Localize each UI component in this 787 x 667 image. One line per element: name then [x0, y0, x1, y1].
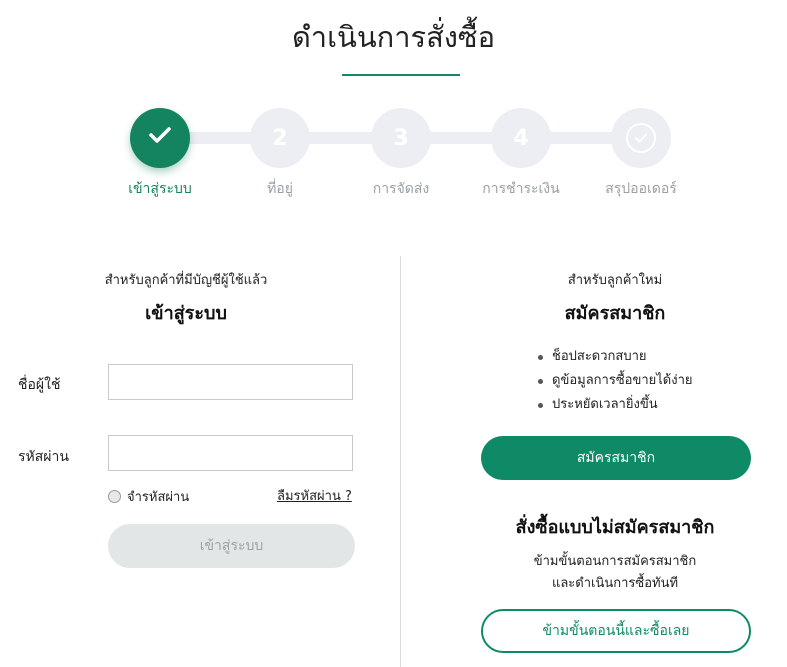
remember-label: จำรหัสผ่าน	[127, 490, 190, 505]
list-item: ช็อปสะดวกสบาย	[538, 345, 693, 369]
step-circle: 2	[250, 108, 310, 168]
step-circle: 4	[491, 108, 551, 168]
login-subtitle: สำหรับลูกค้าที่มีบัญชีผู้ใช้แล้ว	[104, 273, 268, 288]
username-input[interactable]	[108, 364, 353, 400]
benefits-list: ช็อปสะดวกสบาย ดูข้อมูลการซื้อขายได้ง่าย …	[538, 345, 693, 417]
step-label: สรุปออเดอร์	[605, 181, 677, 197]
login-heading: เข้าสู่ระบบ	[145, 303, 227, 324]
bullet-icon	[538, 354, 543, 360]
bullet-icon	[538, 378, 543, 384]
remember-radio[interactable]	[108, 490, 121, 503]
register-subtitle: สำหรับลูกค้าใหม่	[567, 273, 663, 288]
username-label: ชื่อผู้ใช้	[18, 377, 61, 393]
guest-heading: สั่งซื้อแบบไม่สมัครสมาชิก	[515, 517, 715, 538]
guest-description: ข้ามขั้นตอนการสมัครสมาชิก และดำเนินการซื…	[480, 551, 750, 595]
check-icon	[148, 125, 172, 151]
login-button[interactable]: เข้าสู่ระบบ	[108, 524, 355, 568]
step-label: เข้าสู่ระบบ	[128, 181, 192, 197]
step-address[interactable]: 2 ที่อยู่	[220, 108, 340, 208]
bullet-icon	[538, 402, 543, 408]
list-item: ดูข้อมูลการซื้อขายได้ง่าย	[538, 369, 693, 393]
step-label: การจัดส่ง	[372, 181, 430, 197]
step-shipping[interactable]: 3 การจัดส่ง	[341, 108, 461, 208]
benefit-text: ช็อปสะดวกสบาย	[552, 349, 647, 364]
step-login[interactable]: เข้าสู่ระบบ	[100, 108, 220, 208]
benefit-text: ประหยัดเวลายิ่งขึ้น	[552, 397, 658, 412]
forgot-password-link[interactable]: ลืมรหัสผ่าน ?	[277, 485, 352, 506]
column-divider	[400, 256, 401, 667]
password-input[interactable]	[108, 435, 353, 471]
guest-checkout-button[interactable]: ข้ามขั้นตอนนี้และซื้อเลย	[481, 609, 751, 653]
remember-password[interactable]: จำรหัสผ่าน	[108, 486, 189, 507]
step-label: การชำระเงิน	[482, 181, 560, 197]
password-label: รหัสผ่าน	[18, 449, 69, 465]
step-label: ที่อยู่	[267, 181, 293, 197]
step-circle: 3	[371, 108, 431, 168]
title-underline	[342, 74, 460, 76]
step-circle	[611, 108, 671, 168]
checkout-page: ดำเนินการสั่งซื้อ เข้าสู่ระบบ 2 ที่อยู่ …	[0, 0, 787, 667]
benefit-text: ดูข้อมูลการซื้อขายได้ง่าย	[552, 373, 693, 388]
check-circle-icon	[626, 123, 656, 153]
guest-desc-line: และดำเนินการซื้อทันที	[551, 576, 679, 591]
list-item: ประหยัดเวลายิ่งขึ้น	[538, 393, 693, 417]
register-heading: สมัครสมาชิก	[564, 303, 666, 324]
guest-desc-line: ข้ามขั้นตอนการสมัครสมาชิก	[533, 554, 697, 569]
step-circle	[130, 108, 190, 168]
register-button[interactable]: สมัครสมาชิก	[481, 436, 751, 480]
page-title: ดำเนินการสั่งซื้อ	[291, 20, 496, 54]
step-summary[interactable]: สรุปออเดอร์	[581, 108, 701, 208]
step-payment[interactable]: 4 การชำระเงิน	[461, 108, 581, 208]
